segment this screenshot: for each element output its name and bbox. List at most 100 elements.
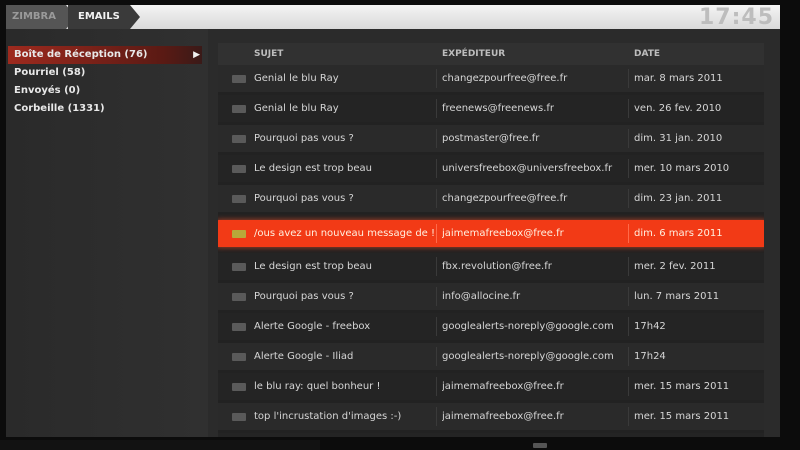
column-divider bbox=[436, 99, 437, 118]
envelope-icon bbox=[232, 293, 246, 301]
column-header-date[interactable]: DATE bbox=[634, 43, 660, 65]
column-divider bbox=[436, 159, 437, 178]
folder-label: Pourriel (58) bbox=[14, 67, 86, 78]
message-row[interactable]: top l'incrustation d'images :-) jaimemaf… bbox=[218, 403, 764, 430]
column-divider bbox=[436, 407, 437, 426]
column-divider bbox=[436, 317, 437, 336]
column-divider bbox=[628, 377, 629, 396]
column-header-subject[interactable]: SUJET bbox=[254, 43, 283, 65]
top-bar: ZIMBRA EMAILS 17:45 bbox=[6, 5, 780, 30]
message-sender: universfreebox@universfreebox.fr bbox=[442, 163, 613, 174]
message-subject: Alerte Google - Iliad bbox=[254, 351, 354, 362]
column-divider bbox=[436, 347, 437, 366]
message-sender: jaimemafreebox@free.fr bbox=[442, 381, 564, 392]
folder-label: Corbeille (1331) bbox=[14, 103, 105, 114]
message-sender: googlealerts-noreply@google.com bbox=[442, 351, 614, 362]
breadcrumb-app[interactable]: ZIMBRA bbox=[6, 5, 66, 29]
folder-sent[interactable]: Envoyés (0) bbox=[8, 82, 202, 100]
message-row[interactable]: Alerte Google - freebox googlealerts-nor… bbox=[218, 313, 764, 340]
message-date: mer. 2 fev. 2011 bbox=[634, 261, 716, 272]
message-row[interactable]: Le design est trop beau universfreebox@u… bbox=[218, 155, 764, 182]
column-divider bbox=[628, 287, 629, 306]
message-row[interactable]: Alerte Google - Iliad googlealerts-norep… bbox=[218, 343, 764, 370]
tv-screen: ZIMBRA EMAILS 17:45 Boîte de Réception (… bbox=[6, 5, 780, 437]
message-sender: info@allocine.fr bbox=[442, 291, 521, 302]
message-row[interactable]: Le design est trop beau fbx.revolution@f… bbox=[218, 253, 764, 280]
envelope-icon bbox=[232, 413, 246, 421]
column-divider bbox=[628, 347, 629, 366]
message-subject: Le design est trop beau bbox=[254, 261, 372, 272]
message-subject: Pourquoi pas vous ? bbox=[254, 193, 354, 204]
envelope-icon bbox=[232, 195, 246, 203]
column-divider bbox=[628, 407, 629, 426]
message-date: mer. 15 mars 2011 bbox=[634, 381, 730, 392]
message-row[interactable]: Genial le blu Ray changezpourfree@free.f… bbox=[218, 65, 764, 92]
breadcrumb-section[interactable]: EMAILS bbox=[68, 5, 130, 29]
column-divider bbox=[628, 317, 629, 336]
message-subject: Pourquoi pas vous ? bbox=[254, 133, 354, 144]
message-date: 17h42 bbox=[634, 321, 666, 332]
envelope-icon bbox=[232, 353, 246, 361]
folder-trash[interactable]: Corbeille (1331) bbox=[8, 100, 202, 118]
message-row-selected[interactable]: /ous avez un nouveau message de ! jaimem… bbox=[218, 220, 764, 247]
message-row-partial[interactable] bbox=[218, 433, 764, 437]
message-row[interactable]: Pourquoi pas vous ? postmaster@free.fr d… bbox=[218, 125, 764, 152]
message-date: dim. 6 mars 2011 bbox=[634, 228, 723, 239]
column-divider bbox=[628, 224, 629, 243]
message-subject: le blu ray: quel bonheur ! bbox=[254, 381, 381, 392]
envelope-icon bbox=[232, 323, 246, 331]
message-subject: top l'incrustation d'images :-) bbox=[254, 411, 402, 422]
column-divider bbox=[436, 224, 437, 243]
message-sender: freenews@freenews.fr bbox=[442, 103, 555, 114]
envelope-icon bbox=[232, 75, 246, 83]
message-date: dim. 23 jan. 2011 bbox=[634, 193, 723, 204]
message-subject: Genial le blu Ray bbox=[254, 73, 339, 84]
column-divider bbox=[628, 69, 629, 88]
folder-spam[interactable]: Pourriel (58) bbox=[8, 64, 202, 82]
column-divider bbox=[628, 129, 629, 148]
envelope-icon bbox=[232, 135, 246, 143]
message-subject: /ous avez un nouveau message de ! bbox=[254, 228, 434, 239]
folder-sidebar: Boîte de Réception (76) ▶ Pourriel (58) … bbox=[6, 29, 208, 437]
message-sender: changezpourfree@free.fr bbox=[442, 73, 568, 84]
message-date: mer. 15 mars 2011 bbox=[634, 411, 730, 422]
column-divider bbox=[436, 377, 437, 396]
message-sender: jaimemafreebox@free.fr bbox=[442, 411, 564, 422]
message-date: ven. 26 fev. 2010 bbox=[634, 103, 722, 114]
message-sender: fbx.revolution@free.fr bbox=[442, 261, 552, 272]
folder-label: Envoyés (0) bbox=[14, 85, 81, 96]
tv-status-indicator bbox=[533, 443, 547, 448]
message-date: mer. 10 mars 2010 bbox=[634, 163, 730, 174]
message-row[interactable]: le blu ray: quel bonheur ! jaimemafreebo… bbox=[218, 373, 764, 400]
column-divider bbox=[436, 129, 437, 148]
envelope-icon bbox=[232, 230, 246, 238]
message-date: 17h24 bbox=[634, 351, 666, 362]
column-divider bbox=[628, 257, 629, 276]
message-subject: Alerte Google - freebox bbox=[254, 321, 371, 332]
message-row[interactable]: Pourquoi pas vous ? changezpourfree@free… bbox=[218, 185, 764, 212]
message-subject: Pourquoi pas vous ? bbox=[254, 291, 354, 302]
message-date: lun. 7 mars 2011 bbox=[634, 291, 720, 302]
message-sender: changezpourfree@free.fr bbox=[442, 193, 568, 204]
column-divider bbox=[436, 69, 437, 88]
clock: 17:45 bbox=[698, 5, 774, 30]
message-date: dim. 31 jan. 2010 bbox=[634, 133, 723, 144]
play-arrow-icon: ▶ bbox=[193, 50, 200, 60]
column-divider bbox=[628, 99, 629, 118]
envelope-icon bbox=[232, 165, 246, 173]
message-subject: Genial le blu Ray bbox=[254, 103, 339, 114]
column-header-sender[interactable]: EXPÉDITEUR bbox=[442, 43, 505, 65]
envelope-icon bbox=[232, 105, 246, 113]
message-date: mar. 8 mars 2011 bbox=[634, 73, 723, 84]
message-row[interactable]: Pourquoi pas vous ? info@allocine.fr lun… bbox=[218, 283, 764, 310]
column-divider bbox=[436, 287, 437, 306]
folder-inbox[interactable]: Boîte de Réception (76) ▶ bbox=[8, 46, 202, 64]
envelope-icon bbox=[232, 383, 246, 391]
envelope-icon bbox=[232, 263, 246, 271]
column-divider bbox=[436, 189, 437, 208]
list-header: SUJET EXPÉDITEUR DATE bbox=[218, 43, 764, 65]
message-sender: googlealerts-noreply@google.com bbox=[442, 321, 614, 332]
folder-label: Boîte de Réception (76) bbox=[14, 49, 148, 60]
breadcrumb-separator bbox=[130, 5, 140, 29]
message-row[interactable]: Genial le blu Ray freenews@freenews.fr v… bbox=[218, 95, 764, 122]
